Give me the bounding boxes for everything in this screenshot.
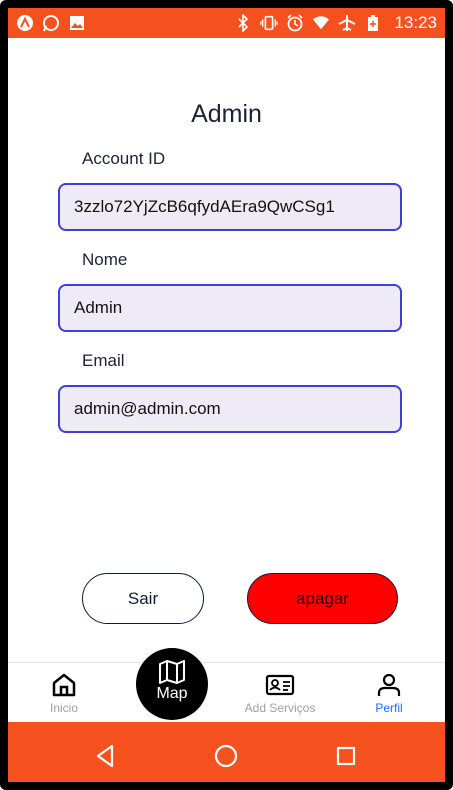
map-button[interactable]: Map [136,648,208,720]
nome-label: Nome [82,250,128,269]
phone-frame: 13:23 Admin Account ID 3zzlo72YjZcB6qfyd… [0,0,453,790]
bluetooth-icon [234,14,252,32]
alarm-icon [286,14,304,32]
tab-inicio-label: Inicio [49,701,78,715]
account-id-label: Account ID [82,149,166,168]
account-id-field[interactable]: 3zzlo72YjZcB6qfydAEra9QwCSg1 [58,183,402,231]
map-icon [159,660,185,684]
apagar-button[interactable]: apagar [247,573,398,624]
home-nav-icon[interactable] [212,742,240,770]
recents-icon[interactable] [332,742,360,770]
page-title: Admin [191,100,262,128]
user-icon [377,673,401,696]
battery-icon [364,14,382,32]
tab-perfil-label: Perfil [375,701,403,715]
whatsapp-icon [42,14,60,32]
tab-add-servicos-label: Add Serviços [244,701,316,715]
tab-perfil[interactable]: Perfil [349,663,429,723]
app-icon [16,14,34,32]
wifi-icon [312,14,330,32]
airplane-icon [338,14,356,32]
vibrate-icon [260,14,279,32]
status-bar: 13:23 [8,8,445,38]
status-time: 13:23 [394,13,437,32]
map-label: Map [156,685,188,702]
id-card-icon [265,674,295,696]
email-field[interactable]: admin@admin.com [58,385,402,433]
system-nav-bar [8,722,445,782]
back-icon[interactable] [92,742,120,770]
tab-inicio[interactable]: Inicio [24,663,104,723]
gallery-icon [68,14,86,32]
sair-button[interactable]: Sair [82,573,204,624]
email-label: Email [82,351,125,370]
home-icon [52,673,76,697]
nome-field[interactable]: Admin [58,284,402,332]
bottom-tab-bar: Inicio Add Serviços Perfil [8,662,445,723]
tab-add-servicos[interactable]: Add Serviços [240,663,320,723]
